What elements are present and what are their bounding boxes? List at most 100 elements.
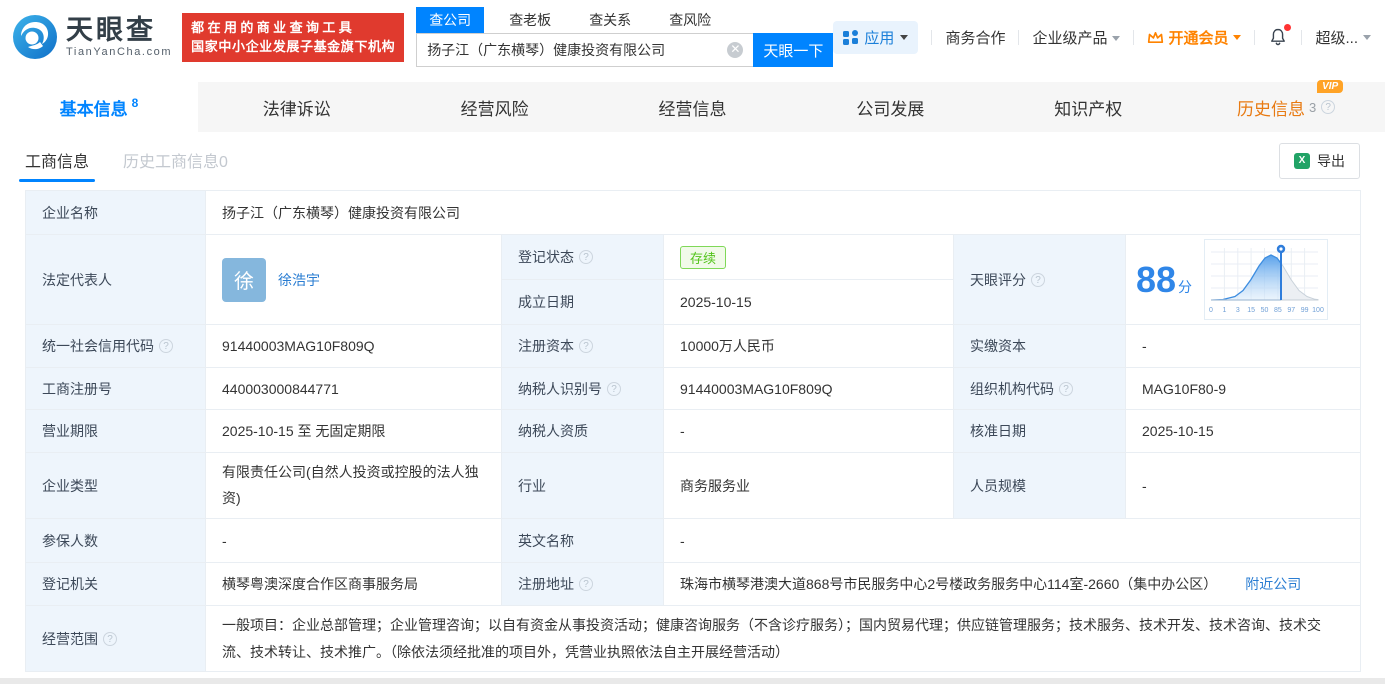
apps-menu[interactable]: 应用	[833, 21, 918, 54]
nearby-companies-link[interactable]: 附近公司	[1245, 576, 1301, 592]
search-area: 查公司 查老板 查关系 查风险 ✕ 天眼一下	[416, 7, 833, 67]
value-business-scope: 一般项目：企业总部管理；企业管理咨询；以自有资金从事投资活动；健康咨询服务（不含…	[206, 606, 1361, 672]
value-industry: 商务服务业	[664, 453, 954, 519]
label-reg-address: 注册地址?	[502, 563, 664, 606]
search-input[interactable]	[416, 33, 753, 67]
help-icon[interactable]: ?	[607, 382, 621, 396]
search-button[interactable]: 天眼一下	[753, 33, 833, 67]
value-taxpayer-quality: -	[664, 410, 954, 453]
tianyancha-logo[interactable]: 天眼查 TianYanCha.com	[12, 14, 172, 60]
label-approval-date: 核准日期	[954, 410, 1126, 453]
tab-history-info[interactable]: VIP 历史信息 3 ?	[1187, 82, 1385, 132]
svg-text:50: 50	[1261, 307, 1269, 314]
table-row: 登记机关 横琴粤澳深度合作区商事服务局 注册地址? 珠海市横琴港澳大道868号市…	[26, 563, 1361, 606]
excel-icon: X	[1294, 153, 1310, 169]
brand-name: 天眼查	[66, 16, 172, 44]
value-staff-size: -	[1126, 453, 1361, 519]
svg-text:15: 15	[1247, 307, 1255, 314]
chevron-down-icon	[1112, 36, 1120, 41]
legal-rep-avatar[interactable]: 徐	[222, 258, 266, 302]
subtab-history-business-info[interactable]: 历史工商信息0	[123, 132, 228, 190]
table-row: 工商注册号 440003000844771 纳税人识别号? 91440003MA…	[26, 368, 1361, 410]
crown-icon	[1147, 30, 1164, 45]
label-business-term: 营业期限	[26, 410, 206, 453]
svg-text:1: 1	[1222, 307, 1226, 314]
svg-text:85: 85	[1274, 307, 1282, 314]
value-english-name: -	[664, 519, 1361, 563]
value-org-code: MAG10F80-9	[1126, 368, 1361, 410]
apps-grid-icon	[843, 30, 858, 45]
legal-rep-link[interactable]: 徐浩宇	[278, 270, 320, 290]
subtab-bar: 工商信息 历史工商信息0 X 导出	[0, 132, 1385, 190]
brand-domain: TianYanCha.com	[66, 46, 172, 58]
search-tab-boss[interactable]: 查老板	[496, 7, 564, 33]
label-business-scope: 经营范围?	[26, 606, 206, 672]
nav-open-vip[interactable]: 开通会员	[1147, 27, 1241, 48]
status-badge: 存续	[680, 246, 726, 269]
export-button[interactable]: X 导出	[1279, 143, 1360, 179]
tab-operating-risk[interactable]: 经营风险	[396, 82, 594, 132]
value-taxpayer-id: 91440003MAG10F809Q	[664, 368, 954, 410]
nav-business-cooperation[interactable]: 商务合作	[945, 27, 1005, 48]
logo-eye-icon	[12, 14, 58, 60]
main-tabbar: 基本信息 8 法律诉讼 经营风险 经营信息 公司发展 知识产权 VIP 历史信息…	[0, 82, 1385, 132]
value-paid-capital: -	[1126, 325, 1361, 368]
tab-intellectual-property[interactable]: 知识产权	[989, 82, 1187, 132]
help-icon[interactable]: ?	[579, 250, 593, 264]
label-reg-authority: 登记机关	[26, 563, 206, 606]
tab-basic-info[interactable]: 基本信息 8	[0, 82, 198, 132]
value-tyc-score: 88分	[1126, 235, 1361, 325]
label-industry: 行业	[502, 453, 664, 519]
value-business-term: 2025-10-15 至 无固定期限	[206, 410, 502, 453]
value-reg-number: 440003000844771	[206, 368, 502, 410]
help-icon[interactable]: ?	[159, 339, 173, 353]
divider	[1254, 30, 1255, 45]
label-staff-size: 人员规模	[954, 453, 1126, 519]
tab-legal-proceedings[interactable]: 法律诉讼	[198, 82, 396, 132]
help-icon[interactable]: ?	[1031, 273, 1045, 287]
divider	[1018, 30, 1019, 45]
score-axis-ticks: 0 1 3 15 50 85 97 99 100	[1209, 307, 1324, 314]
value-legal-rep: 徐 徐浩宇	[206, 235, 502, 325]
help-icon[interactable]: ?	[103, 632, 117, 646]
nav-super[interactable]: 超级...	[1315, 27, 1371, 48]
notification-bell-icon[interactable]	[1268, 27, 1288, 47]
label-reg-number: 工商注册号	[26, 368, 206, 410]
value-insured-count: -	[206, 519, 502, 563]
svg-text:100: 100	[1312, 307, 1324, 314]
search-tab-relation[interactable]: 查关系	[576, 7, 644, 33]
help-icon[interactable]: ?	[1321, 100, 1335, 114]
tab-operating-info[interactable]: 经营信息	[594, 82, 792, 132]
search-tab-company[interactable]: 查公司	[416, 7, 484, 33]
svg-text:99: 99	[1301, 307, 1309, 314]
help-icon[interactable]: ?	[1059, 382, 1073, 396]
label-legal-rep: 法定代表人	[26, 235, 206, 325]
nav-enterprise-products[interactable]: 企业级产品	[1032, 27, 1120, 48]
vip-badge: VIP	[1317, 80, 1343, 93]
label-company-name: 企业名称	[26, 191, 206, 235]
table-row: 企业类型 有限责任公司(自然人投资或控股的法人独资) 行业 商务服务业 人员规模…	[26, 453, 1361, 519]
label-taxpayer-id: 纳税人识别号?	[502, 368, 664, 410]
table-row: 营业期限 2025-10-15 至 无固定期限 纳税人资质 - 核准日期 202…	[26, 410, 1361, 453]
page: 天眼查 TianYanCha.com 都在用的商业查询工具 国家中小企业发展子基…	[0, 0, 1385, 684]
label-reg-status: 登记状态?	[502, 235, 664, 280]
label-org-code: 组织机构代码?	[954, 368, 1126, 410]
label-company-type: 企业类型	[26, 453, 206, 519]
label-taxpayer-quality: 纳税人资质	[502, 410, 664, 453]
chevron-down-icon	[900, 35, 908, 40]
value-established-date: 2025-10-15	[664, 280, 954, 325]
tab-company-development[interactable]: 公司发展	[791, 82, 989, 132]
slogan-line1: 都在用的商业查询工具	[191, 18, 395, 38]
label-reg-capital: 注册资本?	[502, 325, 664, 368]
value-company-type: 有限责任公司(自然人投资或控股的法人独资)	[206, 453, 502, 519]
chevron-down-icon	[1363, 35, 1371, 40]
divider	[1133, 30, 1134, 45]
notification-dot	[1284, 24, 1291, 31]
help-icon[interactable]: ?	[579, 339, 593, 353]
subtab-business-info[interactable]: 工商信息	[25, 132, 89, 190]
divider	[931, 30, 932, 45]
top-header: 天眼查 TianYanCha.com 都在用的商业查询工具 国家中小企业发展子基…	[0, 0, 1385, 82]
help-icon[interactable]: ?	[579, 577, 593, 591]
search-tab-risk[interactable]: 查风险	[656, 7, 724, 33]
top-nav: 应用 商务合作 企业级产品 开通会员	[833, 21, 1371, 54]
